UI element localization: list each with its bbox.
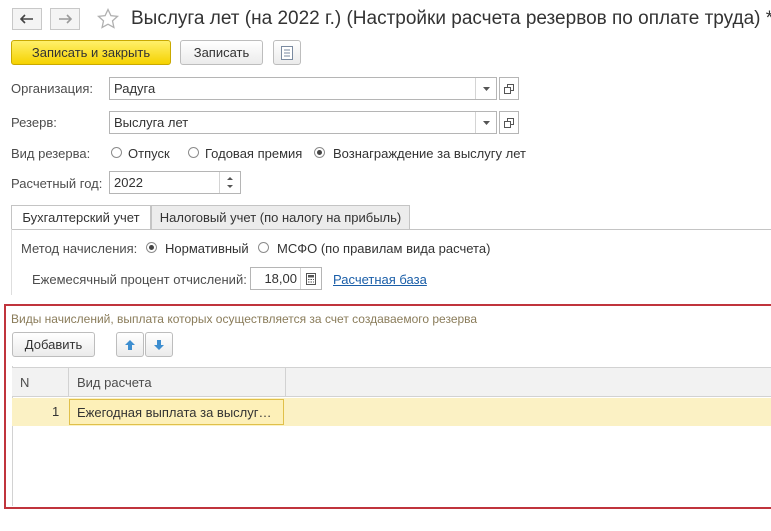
reserve-open-button[interactable] bbox=[499, 111, 519, 134]
reserve-field[interactable]: Выслуга лет bbox=[109, 111, 497, 134]
organization-label: Организация: bbox=[11, 81, 94, 96]
organization-value: Радуга bbox=[114, 81, 156, 96]
organization-open-button[interactable] bbox=[499, 77, 519, 100]
tab-panel-left-border bbox=[11, 229, 12, 295]
percent-label: Ежемесячный процент отчислений: bbox=[32, 272, 247, 287]
stepper-arrows-icon bbox=[227, 177, 233, 188]
radio-annual-bonus[interactable] bbox=[188, 147, 199, 158]
calculator-button[interactable] bbox=[300, 268, 321, 289]
radio-vacation-label[interactable]: Отпуск bbox=[128, 146, 170, 161]
open-window-icon bbox=[504, 83, 514, 94]
table-header: N Вид расчета bbox=[12, 367, 771, 397]
year-stepper[interactable] bbox=[219, 172, 240, 193]
method-label: Метод начисления: bbox=[21, 241, 138, 256]
year-label: Расчетный год: bbox=[11, 176, 103, 191]
document-list-icon bbox=[281, 45, 293, 60]
chevron-down-icon bbox=[482, 86, 490, 91]
report-button[interactable] bbox=[273, 40, 301, 65]
calculation-base-link[interactable]: Расчетная база bbox=[333, 272, 427, 287]
organization-dropdown[interactable] bbox=[475, 78, 496, 99]
move-down-button[interactable] bbox=[145, 332, 173, 357]
percent-value: 18,00 bbox=[264, 271, 297, 286]
reserve-dropdown[interactable] bbox=[475, 112, 496, 133]
radio-ifrs-label[interactable]: МСФО (по правилам вида расчета) bbox=[277, 241, 490, 256]
percent-field[interactable]: 18,00 bbox=[250, 267, 322, 290]
tab-tax[interactable]: Налоговый учет (по налогу на прибыль) bbox=[151, 205, 410, 230]
save-and-close-button[interactable]: Записать и закрыть bbox=[11, 40, 171, 65]
year-value: 2022 bbox=[114, 175, 143, 190]
tab-panel-border bbox=[11, 229, 771, 230]
arrow-down-icon bbox=[154, 339, 164, 350]
radio-long-service[interactable] bbox=[314, 147, 325, 158]
chevron-down-icon bbox=[482, 120, 490, 125]
cell-type[interactable]: Ежегодная выплата за выслуг… bbox=[69, 399, 284, 425]
radio-normative-label[interactable]: Нормативный bbox=[165, 241, 249, 256]
table-row[interactable]: 1 Ежегодная выплата за выслуг… bbox=[12, 398, 771, 426]
cell-n: 1 bbox=[52, 404, 60, 419]
move-up-button[interactable] bbox=[116, 332, 144, 357]
arrow-left-icon bbox=[20, 14, 33, 24]
radio-ifrs[interactable] bbox=[258, 242, 269, 253]
reserve-label: Резерв: bbox=[11, 115, 57, 130]
radio-vacation[interactable] bbox=[111, 147, 122, 158]
calculator-icon bbox=[306, 272, 316, 285]
radio-annual-bonus-label[interactable]: Годовая премия bbox=[205, 146, 302, 161]
tab-accounting[interactable]: Бухгалтерский учет bbox=[11, 205, 151, 230]
accruals-section-title: Виды начислений, выплата которых осущест… bbox=[11, 312, 478, 326]
save-button[interactable]: Записать bbox=[180, 40, 263, 65]
arrow-right-icon bbox=[59, 14, 72, 24]
column-header-n[interactable]: N bbox=[20, 375, 29, 390]
back-button[interactable] bbox=[12, 8, 42, 30]
add-button[interactable]: Добавить bbox=[12, 332, 95, 357]
forward-button[interactable] bbox=[50, 8, 80, 30]
column-divider bbox=[68, 368, 69, 396]
reserve-type-label: Вид резерва: bbox=[11, 146, 91, 161]
organization-field[interactable]: Радуга bbox=[109, 77, 497, 100]
arrow-up-icon bbox=[125, 339, 135, 350]
page-title: Выслуга лет (на 2022 г.) (Настройки расч… bbox=[131, 8, 771, 29]
open-window-icon bbox=[504, 117, 514, 128]
radio-normative[interactable] bbox=[146, 242, 157, 253]
column-header-type[interactable]: Вид расчета bbox=[77, 375, 152, 390]
favorite-star-icon[interactable] bbox=[96, 7, 120, 31]
year-field[interactable]: 2022 bbox=[109, 171, 241, 194]
reserve-value: Выслуга лет bbox=[114, 115, 189, 130]
column-divider bbox=[285, 368, 286, 396]
radio-long-service-label[interactable]: Вознаграждение за выслугу лет bbox=[333, 146, 526, 161]
